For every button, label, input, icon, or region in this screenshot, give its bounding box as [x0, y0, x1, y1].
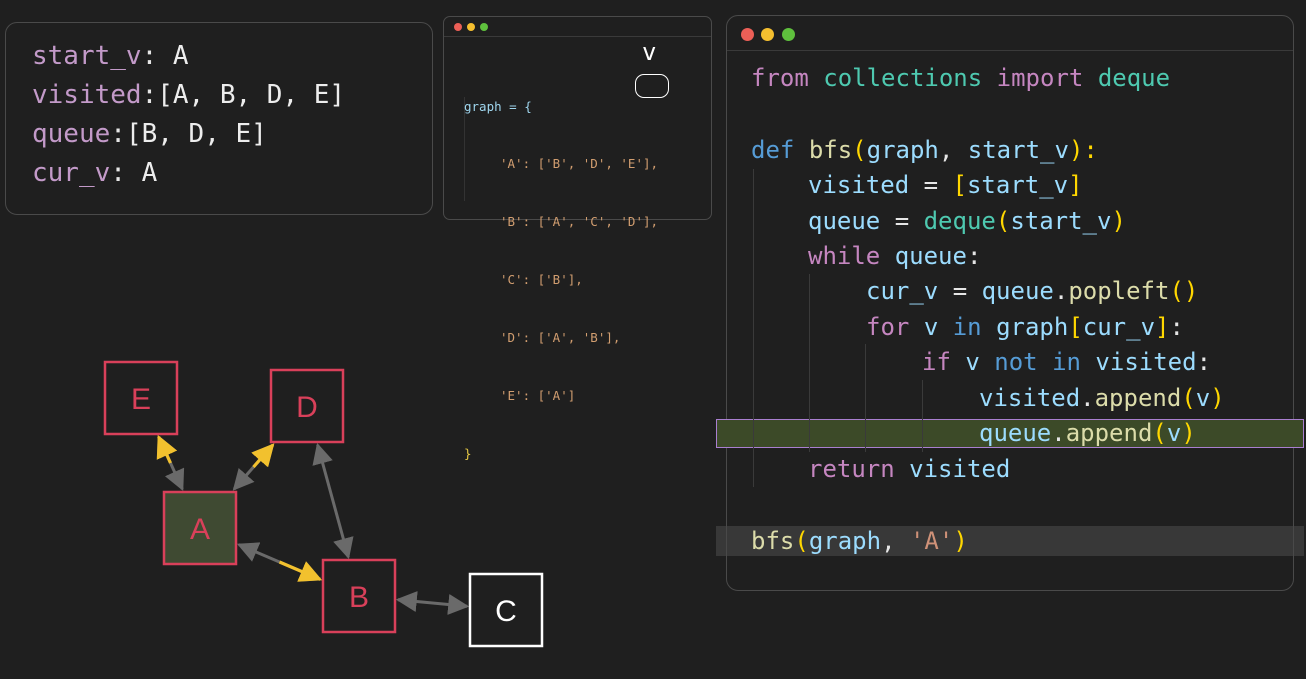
graph-diagram: E D A B C — [103, 360, 544, 648]
edge-highlight-A-D — [251, 443, 275, 469]
maximize-icon[interactable] — [480, 23, 488, 31]
code-line: queue = deque(start_v) — [808, 207, 1126, 235]
code-line-text: 'B': ['A', 'C', 'D'], — [500, 214, 659, 230]
edge-highlight-A-B — [278, 560, 323, 582]
code-line-text: graph = { — [464, 98, 532, 114]
code-line: visited.append(v) — [979, 384, 1225, 412]
variables-panel: start_v: A visited:[A, B, D, E] queue:[B… — [5, 22, 433, 215]
var-name: visited — [32, 80, 142, 110]
edge-B-C — [395, 591, 470, 615]
node-label: C — [495, 595, 517, 628]
node-C: C — [468, 572, 544, 648]
node-label: A — [190, 513, 210, 546]
v-pointer-label: v — [642, 38, 657, 66]
window-titlebar — [727, 16, 1293, 51]
minimize-icon[interactable] — [761, 28, 774, 41]
code-line: return visited — [808, 455, 1011, 483]
minimize-icon[interactable] — [467, 23, 475, 31]
indent-guide — [753, 169, 754, 487]
maximize-icon[interactable] — [782, 28, 795, 41]
window-titlebar — [444, 17, 711, 37]
close-icon[interactable] — [741, 28, 754, 41]
code-line: while queue: — [808, 242, 982, 270]
code-line: if v not in visited: — [922, 348, 1212, 376]
var-value: [B, D, E] — [125, 119, 267, 149]
var-name: start_v — [32, 41, 142, 71]
var-value: A — [172, 41, 189, 71]
var-name: queue — [32, 119, 111, 149]
node-D: D — [269, 368, 345, 444]
var-queue: queue:[B, D, E] — [32, 119, 267, 149]
code-line: for v in graph[cur_v]: — [866, 313, 1184, 341]
graph-dict-window: graph = { 'A': ['B', 'D', 'E'], 'B': ['A… — [443, 16, 712, 461]
node-B: B — [321, 558, 397, 634]
node-label: B — [349, 581, 369, 614]
code-line: visited = [start_v] — [808, 171, 1083, 199]
edge-highlight-A-E — [156, 434, 178, 464]
node-A: A — [162, 490, 238, 566]
var-name: cur_v — [32, 158, 111, 188]
var-cur_v: cur_v: A — [32, 158, 158, 188]
indent-guide — [922, 380, 923, 452]
var-value: [A, B, D, E] — [157, 80, 346, 110]
code-line: def bfs(graph, start_v): — [751, 136, 1098, 164]
var-start_v: start_v: A — [32, 41, 189, 71]
code-line: 'B': ['A', 'C', 'D'], — [464, 212, 658, 231]
code-line: cur_v = queue.popleft() — [866, 277, 1199, 305]
var-value: A — [141, 158, 158, 188]
var-visited: visited:[A, B, D, E] — [32, 80, 346, 110]
node-E: E — [103, 360, 179, 436]
close-icon[interactable] — [454, 23, 462, 31]
indent-guide — [809, 274, 810, 452]
indent-guide — [865, 344, 866, 452]
code-line: 'A': ['B', 'D', 'E'], — [464, 154, 658, 173]
node-label: E — [131, 383, 151, 416]
code-line: queue.append(v) — [979, 419, 1196, 447]
node-label: D — [296, 391, 318, 424]
code-line-text: 'A': ['B', 'D', 'E'], — [500, 156, 659, 172]
code-line: bfs(graph, 'A') — [751, 527, 968, 555]
code-line: from collections import deque — [751, 64, 1171, 92]
code-line: graph = { — [464, 97, 658, 116]
graph-nodes: E D A B C — [103, 360, 544, 648]
v-pointer-highlight — [635, 74, 669, 98]
edge-D-B — [312, 442, 354, 560]
